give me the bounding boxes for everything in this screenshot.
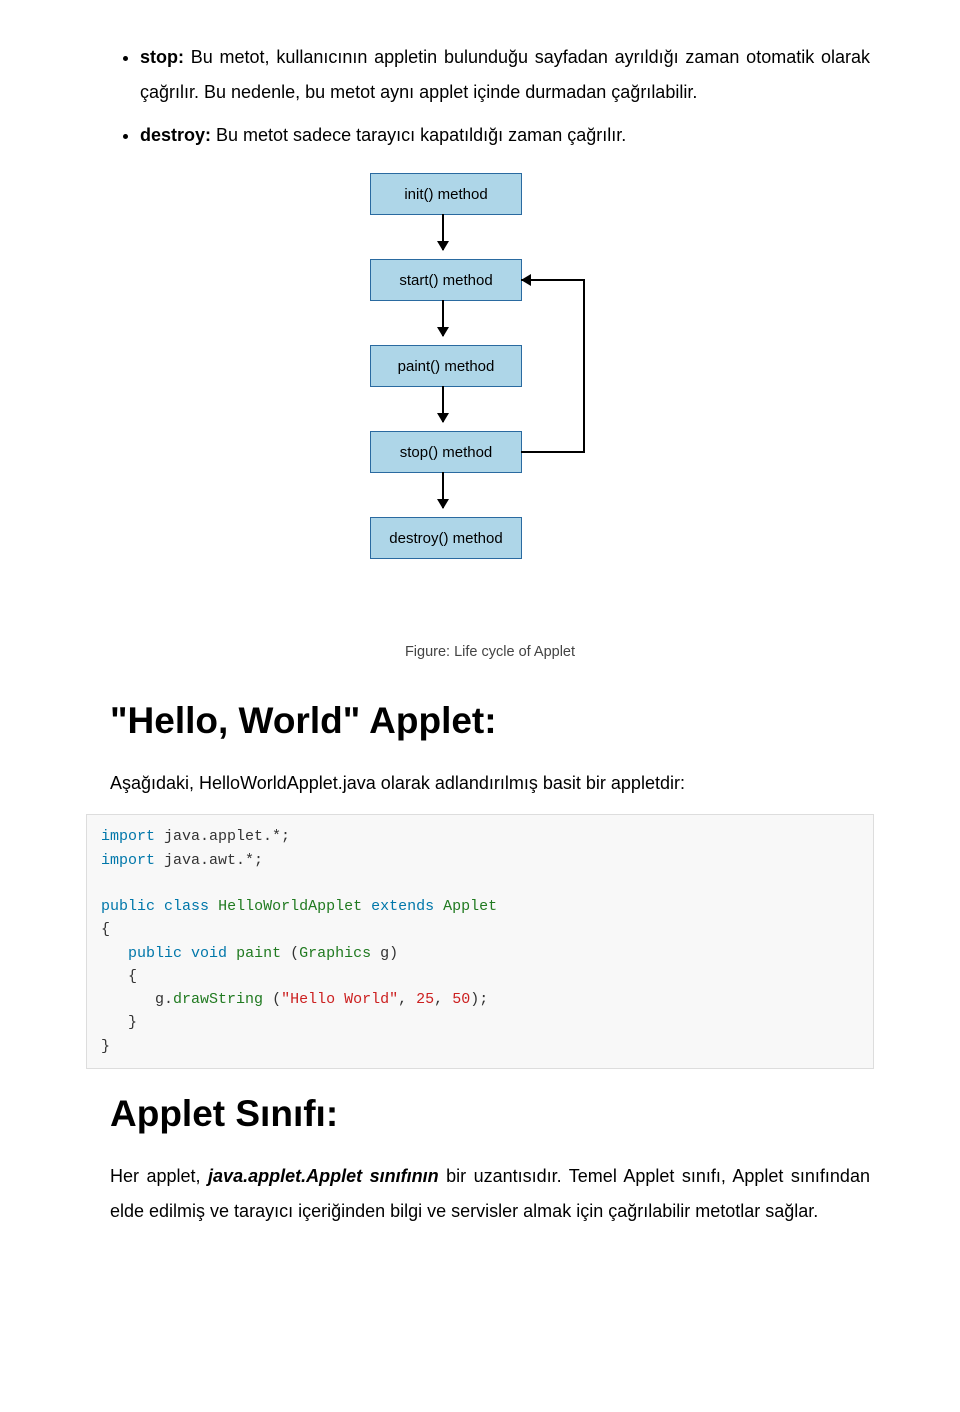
arrow-icon (442, 300, 444, 336)
diagram-node-init: init() method (370, 173, 522, 215)
code-token: class (164, 898, 209, 915)
arrow-icon (442, 214, 444, 250)
bullet-list: stop: Bu metot, kullanıcının appletin bu… (110, 40, 870, 153)
code-token: paint (227, 945, 290, 962)
lifecycle-diagram: init() method start() method paint() met… (110, 173, 870, 660)
code-token: void (191, 945, 227, 962)
code-token: { (101, 921, 110, 938)
code-token: import (101, 852, 155, 869)
code-block: import java.applet.*; import java.awt.*;… (86, 814, 874, 1069)
hello-world-heading: "Hello, World" Applet: (110, 700, 870, 742)
code-token: . (164, 991, 173, 1008)
code-token: } (101, 1014, 137, 1031)
code-token: ) (389, 945, 398, 962)
diagram-node-start: start() method (370, 259, 522, 301)
arrow-icon (442, 386, 444, 422)
bullet-destroy-text: Bu metot sadece tarayıcı kapatıldığı zam… (211, 125, 626, 145)
code-token: ( (290, 945, 299, 962)
code-token: drawString (173, 991, 272, 1008)
arrow-icon (442, 472, 444, 508)
code-token: extends (371, 898, 434, 915)
code-token: HelloWorldApplet (218, 898, 362, 915)
text-prefix: Her applet, (110, 1166, 208, 1186)
code-token: ( (272, 991, 281, 1008)
code-token: g (101, 991, 164, 1008)
applet-class-heading: Applet Sınıfı: (110, 1093, 870, 1135)
diagram-node-stop: stop() method (370, 431, 522, 473)
code-token: java.awt.*; (155, 852, 263, 869)
diagram-node-destroy: destroy() method (370, 517, 522, 559)
hello-world-intro: Aşağıdaki, HelloWorldApplet.java olarak … (110, 766, 870, 800)
loop-line (521, 451, 585, 453)
loop-line (583, 279, 585, 453)
code-token: Applet (443, 898, 497, 915)
code-token: g (371, 945, 389, 962)
code-token: 50 (452, 991, 470, 1008)
code-token: { (101, 968, 137, 985)
page: stop: Bu metot, kullanıcının appletin bu… (0, 0, 960, 1281)
code-token: } (101, 1038, 110, 1055)
code-token: 25 (416, 991, 434, 1008)
code-token: , (398, 991, 407, 1008)
code-token: "Hello World" (281, 991, 398, 1008)
code-token: import (101, 828, 155, 845)
bullet-stop: stop: Bu metot, kullanıcının appletin bu… (140, 40, 870, 110)
code-token: ); (470, 991, 488, 1008)
code-token: public (128, 945, 182, 962)
text-emphasis: java.applet.Applet sınıfının (208, 1166, 439, 1186)
bullet-stop-label: stop: (140, 47, 184, 67)
bullet-destroy-label: destroy: (140, 125, 211, 145)
code-token: public (101, 898, 155, 915)
diagram-caption: Figure: Life cycle of Applet (110, 644, 870, 660)
code-token: Graphics (299, 945, 371, 962)
bullet-stop-text: Bu metot, kullanıcının appletin bulunduğ… (140, 47, 870, 102)
diagram-node-paint: paint() method (370, 345, 522, 387)
code-token: java.applet.*; (155, 828, 290, 845)
code-token: , (434, 991, 443, 1008)
arrow-icon (521, 274, 531, 286)
bullet-destroy: destroy: Bu metot sadece tarayıcı kapatı… (140, 118, 870, 153)
applet-class-para: Her applet, java.applet.Applet sınıfının… (110, 1159, 870, 1229)
